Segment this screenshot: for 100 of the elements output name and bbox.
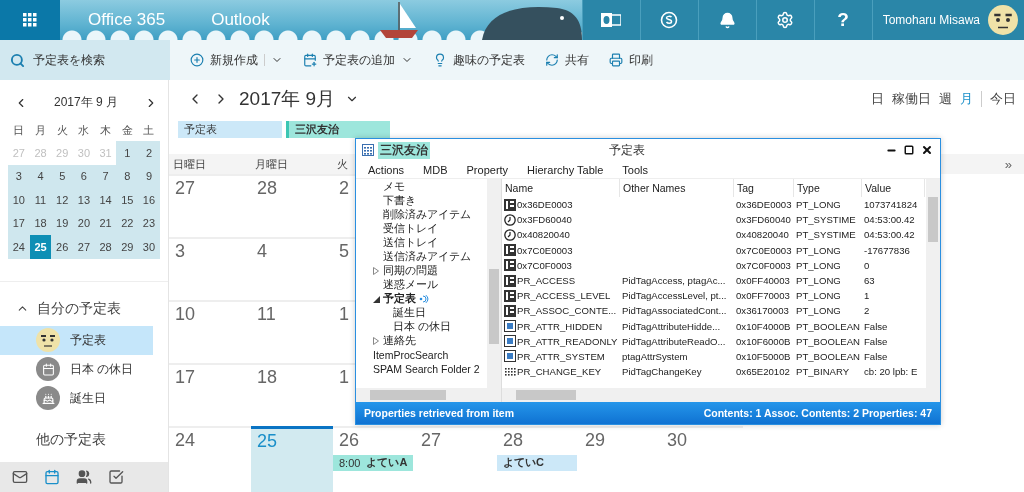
date-cell[interactable]: 2 — [138, 141, 160, 165]
date-cell[interactable]: 12 — [51, 188, 74, 212]
day-number: 1 — [338, 302, 349, 325]
month-title[interactable]: 2017年 9月 — [239, 86, 336, 112]
view-tab[interactable]: 稼働日 — [892, 90, 931, 108]
date-cell[interactable]: 30 — [138, 235, 160, 259]
folder-tree-item[interactable]: 同期の問題 — [356, 264, 487, 278]
menu-item[interactable]: MDB — [423, 163, 448, 176]
toolbar-button[interactable]: 印刷 — [609, 51, 653, 69]
folder-tree-item[interactable]: 予定表 — [356, 292, 487, 306]
column-header[interactable]: Tag — [734, 179, 794, 197]
date-cell[interactable]: 5 — [51, 164, 74, 188]
menu-item[interactable]: Hierarchy Table — [527, 163, 604, 176]
folder-tree-item[interactable]: 誕生日 — [356, 306, 487, 320]
calendar-chip[interactable]: 三沢友治 — [286, 120, 390, 138]
search-button[interactable]: 予定表を検索 — [0, 40, 170, 80]
calendar-list-item[interactable]: 誕生日 — [0, 383, 153, 413]
date-cell[interactable]: 25 — [29, 235, 52, 259]
weekday-label: 火 — [55, 122, 69, 138]
folder-tree-item[interactable]: 下書き — [356, 194, 487, 208]
toolbar-button[interactable]: 共有 — [545, 51, 589, 69]
date-cell[interactable]: 27 — [73, 235, 95, 259]
status-text: Contents: 1 Assoc. Contents: 2 Properties: 47 — [703, 407, 932, 419]
table-cell-text: 0x7C0E0003 — [735, 243, 793, 258]
date-cell[interactable]: 20 — [73, 211, 95, 235]
calendar-list-item[interactable]: 予定表 — [0, 325, 153, 355]
folder-tree-item[interactable]: SPAM Search Folder 2 — [356, 362, 487, 376]
table-cell-text: PT_BOOLEAN — [795, 349, 861, 364]
table-cell: PR_ACCESS — [502, 272, 620, 289]
date-cell[interactable]: 26 — [51, 235, 74, 259]
menu-item[interactable]: Actions — [368, 163, 405, 176]
menu-item[interactable]: Property — [466, 163, 509, 176]
calendar-event[interactable]: 8:00 よていA — [333, 454, 413, 471]
weekday-label: 日 — [12, 122, 26, 138]
folder-tree-item[interactable]: 送信済みアイテム — [356, 250, 487, 264]
column-header[interactable]: Other Names — [620, 179, 734, 197]
calendar-event[interactable]: よていC — [497, 454, 577, 471]
day-number: 2 — [338, 177, 349, 199]
weekday-label: 月曜日 — [255, 156, 288, 172]
table-cell-text: 1 — [863, 289, 871, 304]
toolbar-button[interactable]: 新規作成 — [190, 51, 283, 69]
table-cell-text: 0x10F6000B — [735, 334, 792, 349]
date-cell[interactable]: 13 — [73, 188, 95, 212]
menu-item[interactable]: Tools — [622, 163, 649, 176]
date-cell[interactable]: 22 — [116, 211, 139, 235]
date-cell[interactable]: 8 — [116, 164, 139, 188]
table-cell-text: PidTagAccessLevel, pt... — [621, 289, 728, 304]
date-cell[interactable]: 9 — [138, 164, 160, 188]
date-cell[interactable]: 19 — [51, 211, 74, 235]
view-tab[interactable]: 日 — [871, 90, 884, 108]
toolbar-button[interactable]: 予定表の追加 — [303, 51, 413, 69]
table-cell-text: PidTagAccess, ptagAc... — [621, 274, 727, 289]
date-cell[interactable]: 3 — [8, 164, 30, 188]
toolbar-button[interactable]: 趣味の予定表 — [433, 51, 525, 69]
section-header[interactable]: 他の予定表 — [0, 412, 168, 449]
folder-tree-item[interactable]: ItemProcSearch — [356, 348, 487, 362]
day-number: 29 — [584, 428, 606, 451]
table-cell-text: 0x65E20102 — [735, 365, 791, 380]
table-cell-text: PT_LONG — [795, 198, 842, 213]
table-cell: PR_ATTR_READONLY — [502, 333, 620, 349]
date-cell[interactable]: 17 — [8, 211, 30, 235]
status-text: Properties retrieved from item — [364, 407, 514, 419]
calendar-list-item[interactable]: 日本 の休日 — [0, 354, 153, 384]
brand-name: Outlook — [211, 10, 270, 30]
folder-tree-item[interactable]: メモ — [356, 180, 487, 194]
date-cell[interactable]: 23 — [138, 211, 160, 235]
date-cell[interactable]: 28 — [94, 235, 117, 259]
date-cell[interactable]: 6 — [73, 164, 95, 188]
table-cell-text: 2 — [863, 304, 871, 319]
date-cell[interactable]: 1 — [116, 141, 139, 165]
column-header[interactable]: Name — [502, 179, 620, 197]
table-cell-text: PT_BINARY — [795, 365, 851, 380]
folder-tree-item[interactable]: 受信トレイ — [356, 222, 487, 236]
date-cell[interactable]: 11 — [29, 188, 52, 212]
calendar-chip[interactable]: 予定表 — [178, 120, 282, 138]
today-button[interactable]: 今日 — [990, 90, 1016, 108]
date-cell[interactable]: 10 — [8, 188, 30, 212]
folder-tree-item[interactable]: 送信トレイ — [356, 236, 487, 250]
expand-button[interactable]: » — [1004, 156, 1012, 172]
help-button[interactable]: ? — [813, 0, 872, 40]
date-cell[interactable]: 24 — [8, 235, 30, 259]
date-cell[interactable]: 16 — [138, 188, 160, 212]
user-menu[interactable]: Tomoharu Misawa — [871, 0, 1024, 40]
table-cell: PR_CHANGE_KEY — [502, 364, 620, 380]
table-cell-text: 0x40820040 — [735, 228, 790, 243]
table-cell-text: False — [863, 334, 889, 349]
view-tab[interactable]: 月 — [960, 90, 973, 108]
folder-tree-item[interactable]: 迷惑メール — [356, 278, 487, 292]
folder-tree-item[interactable]: 連絡先 — [356, 334, 487, 348]
date-cell[interactable]: 29 — [116, 235, 139, 259]
view-tab[interactable]: 週 — [939, 90, 952, 108]
folder-tree-item[interactable]: 日本 の休日 — [356, 320, 487, 334]
date-cell[interactable]: 14 — [94, 188, 117, 212]
date-cell[interactable]: 15 — [116, 188, 139, 212]
section-header[interactable]: 自分の予定表 — [0, 280, 168, 326]
column-header[interactable]: Value — [862, 179, 925, 197]
table-cell-text: 0x10F5000B — [735, 349, 792, 364]
table-cell-text: PidTagAttributeHidde... — [621, 319, 722, 334]
folder-tree-item[interactable]: 削除済みアイテム — [356, 208, 487, 222]
column-header[interactable]: Type — [794, 179, 862, 197]
